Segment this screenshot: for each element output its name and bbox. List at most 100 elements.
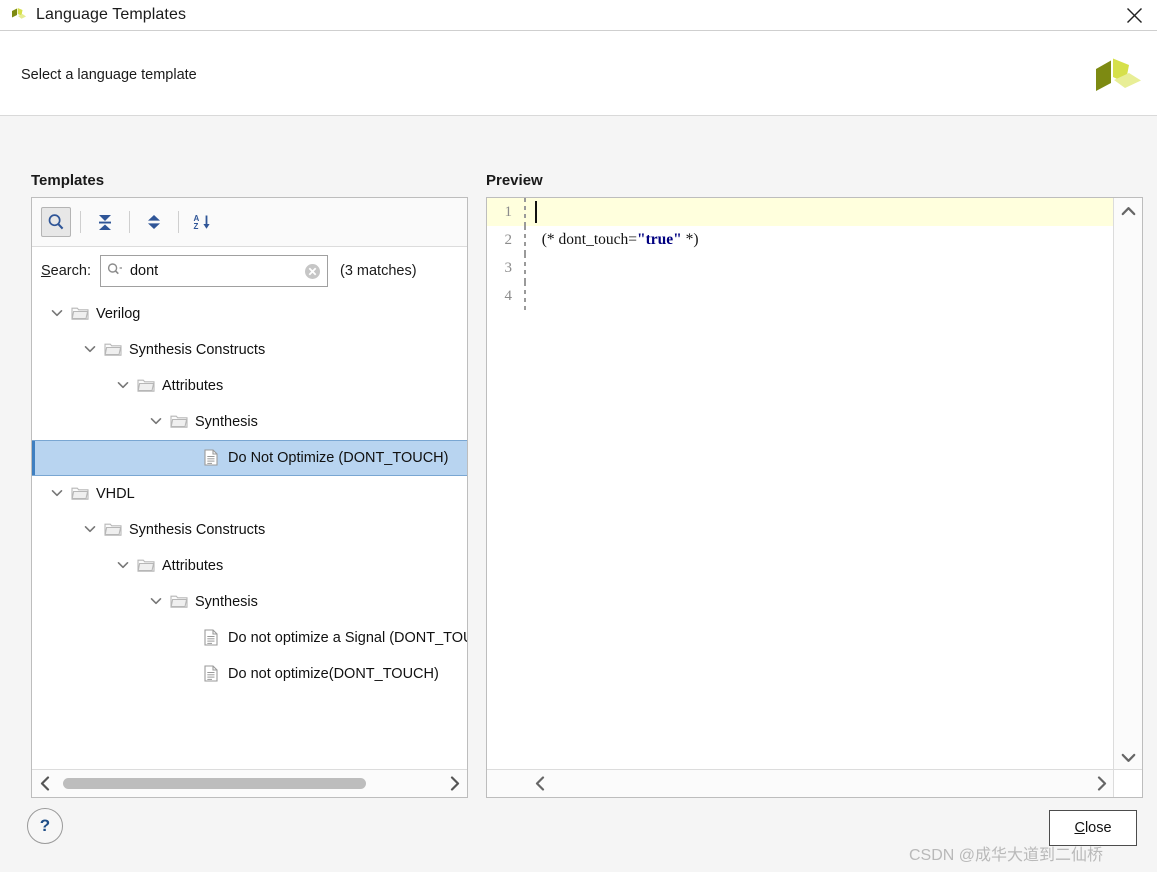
- search-label-mnemonic: S: [41, 263, 51, 279]
- tree-expand-toggle[interactable]: [83, 342, 99, 358]
- tree-item-row[interactable]: Do not optimize(DONT_TOUCH): [32, 656, 467, 692]
- code-string-token: "true": [637, 231, 682, 248]
- preview-panel: 1 2 (* dont_touch="true" *) 3 4: [486, 197, 1143, 798]
- chevron-down-icon[interactable]: [1115, 744, 1142, 770]
- match-count-label: (3 matches): [339, 263, 417, 279]
- tree-folder-row[interactable]: Synthesis: [32, 584, 467, 620]
- tree-row-label: Do not optimize(DONT_TOUCH): [228, 666, 439, 682]
- folder-icon: [71, 307, 89, 320]
- file-icon: [203, 449, 221, 467]
- tree-item-row[interactable]: Do Not Optimize (DONT_TOUCH): [32, 440, 467, 476]
- scrollbar-corner: [1113, 769, 1142, 797]
- clear-circle-icon[interactable]: [304, 263, 321, 285]
- chevron-down-icon: [51, 310, 63, 317]
- tree-expand-toggle[interactable]: [83, 522, 99, 538]
- folder-icon: [71, 485, 89, 503]
- chevron-left-icon[interactable]: [32, 771, 58, 797]
- dialog-header: Select a language template: [0, 31, 1157, 116]
- chevron-down-icon: [117, 382, 129, 389]
- tree-twisty-placeholder: [182, 630, 198, 646]
- search-input[interactable]: [127, 258, 288, 284]
- chevron-right-icon[interactable]: [441, 771, 467, 797]
- code-line[interactable]: 4: [487, 282, 1114, 310]
- tree-folder-row[interactable]: Verilog: [32, 296, 467, 332]
- templates-section-label: Templates: [31, 172, 105, 189]
- folder-icon: [104, 523, 122, 536]
- tree-expand-toggle[interactable]: [116, 378, 132, 394]
- tree-folder-row[interactable]: Attributes: [32, 548, 467, 584]
- code-plain: *): [681, 231, 699, 248]
- templates-horizontal-scrollbar[interactable]: [32, 769, 467, 797]
- tree-expand-toggle[interactable]: [116, 558, 132, 574]
- code-line[interactable]: 2 (* dont_touch="true" *): [487, 226, 1114, 254]
- tree-row-label: Synthesis Constructs: [129, 522, 266, 538]
- search-box[interactable]: [99, 255, 328, 287]
- tree-twisty-placeholder: [182, 666, 198, 682]
- search-toggle-button[interactable]: [41, 207, 71, 237]
- folder-icon: [137, 377, 155, 395]
- chevron-up-icon[interactable]: [1115, 198, 1142, 224]
- preview-horizontal-scrollbar[interactable]: [487, 769, 1114, 797]
- line-number: 4: [504, 287, 513, 304]
- sort-az-icon: A Z: [194, 214, 210, 231]
- search-row: Search: (3 matches): [32, 247, 467, 295]
- folder-icon: [170, 415, 188, 428]
- code-line[interactable]: 1: [487, 198, 1114, 226]
- file-icon: [203, 629, 221, 647]
- tree-folder-row[interactable]: Synthesis: [32, 404, 467, 440]
- tree-row-label: VHDL: [96, 486, 135, 502]
- close-button-label: Close: [1074, 820, 1111, 836]
- collapse-all-button[interactable]: [90, 207, 120, 237]
- collapse-all-icon: [99, 215, 111, 230]
- tree-folder-row[interactable]: VHDL: [32, 476, 467, 512]
- line-number: 3: [504, 259, 513, 276]
- tree-row-label: Attributes: [162, 378, 224, 394]
- code-fold-strip: [520, 198, 530, 226]
- tree-expand-toggle[interactable]: [149, 594, 165, 610]
- code-preview-area[interactable]: 1 2 (* dont_touch="true" *) 3 4: [487, 198, 1114, 770]
- tree-expand-toggle[interactable]: [50, 486, 66, 502]
- chevron-down-icon: [117, 562, 129, 569]
- preview-vertical-scrollbar[interactable]: [1113, 198, 1142, 770]
- tree-item-row[interactable]: Do not optimize a Signal (DONT_TOUCH): [32, 620, 467, 656]
- toolbar-divider: [178, 211, 179, 233]
- svg-text:Z: Z: [194, 222, 199, 231]
- tree-folder-row[interactable]: Synthesis Constructs: [32, 332, 467, 368]
- folder-icon: [137, 557, 155, 575]
- search-dropdown-icon[interactable]: [107, 262, 123, 281]
- folder-icon: [104, 521, 122, 539]
- code-line[interactable]: 3: [487, 254, 1114, 282]
- folder-icon: [104, 343, 122, 356]
- tree-expand-toggle[interactable]: [149, 414, 165, 430]
- help-button[interactable]: ?: [27, 808, 63, 844]
- chevron-right-icon[interactable]: [1088, 771, 1114, 797]
- title-bar: Language Templates: [0, 0, 1157, 31]
- chevron-left-icon[interactable]: [527, 771, 553, 797]
- folder-icon: [71, 305, 89, 323]
- tree-row-label: Synthesis: [195, 594, 258, 610]
- tree-expand-toggle[interactable]: [50, 306, 66, 322]
- scrollbar-track[interactable]: [58, 778, 441, 789]
- folder-icon: [104, 341, 122, 359]
- chevron-down-icon: [84, 346, 96, 353]
- folder-icon: [137, 379, 155, 392]
- expand-all-button[interactable]: [139, 207, 169, 237]
- code-line-text: (* dont_touch="true" *): [530, 231, 699, 249]
- templates-tree[interactable]: Verilog Synthesis Constructs Attributes Syn…: [32, 295, 467, 770]
- tree-folder-row[interactable]: Attributes: [32, 368, 467, 404]
- watermark: CSDN @成华大道到二仙桥: [909, 847, 1104, 864]
- code-plain: (* dont_touch=: [534, 231, 638, 248]
- sort-alphabetical-button[interactable]: A Z: [188, 207, 218, 237]
- close-rest: lose: [1084, 820, 1112, 836]
- tree-folder-row[interactable]: Synthesis Constructs: [32, 512, 467, 548]
- scrollbar-thumb[interactable]: [63, 778, 366, 789]
- tree-row-label: Attributes: [162, 558, 224, 574]
- toolbar-divider: [129, 211, 130, 233]
- templates-toolbar: A Z: [32, 198, 467, 247]
- tree-twisty-placeholder: [182, 450, 198, 466]
- folder-icon: [170, 595, 188, 608]
- code-fold-strip: [520, 282, 530, 310]
- chevron-down-icon: [150, 418, 162, 425]
- close-icon[interactable]: [1111, 0, 1157, 31]
- tree-row-label: Do Not Optimize (DONT_TOUCH): [228, 450, 449, 466]
